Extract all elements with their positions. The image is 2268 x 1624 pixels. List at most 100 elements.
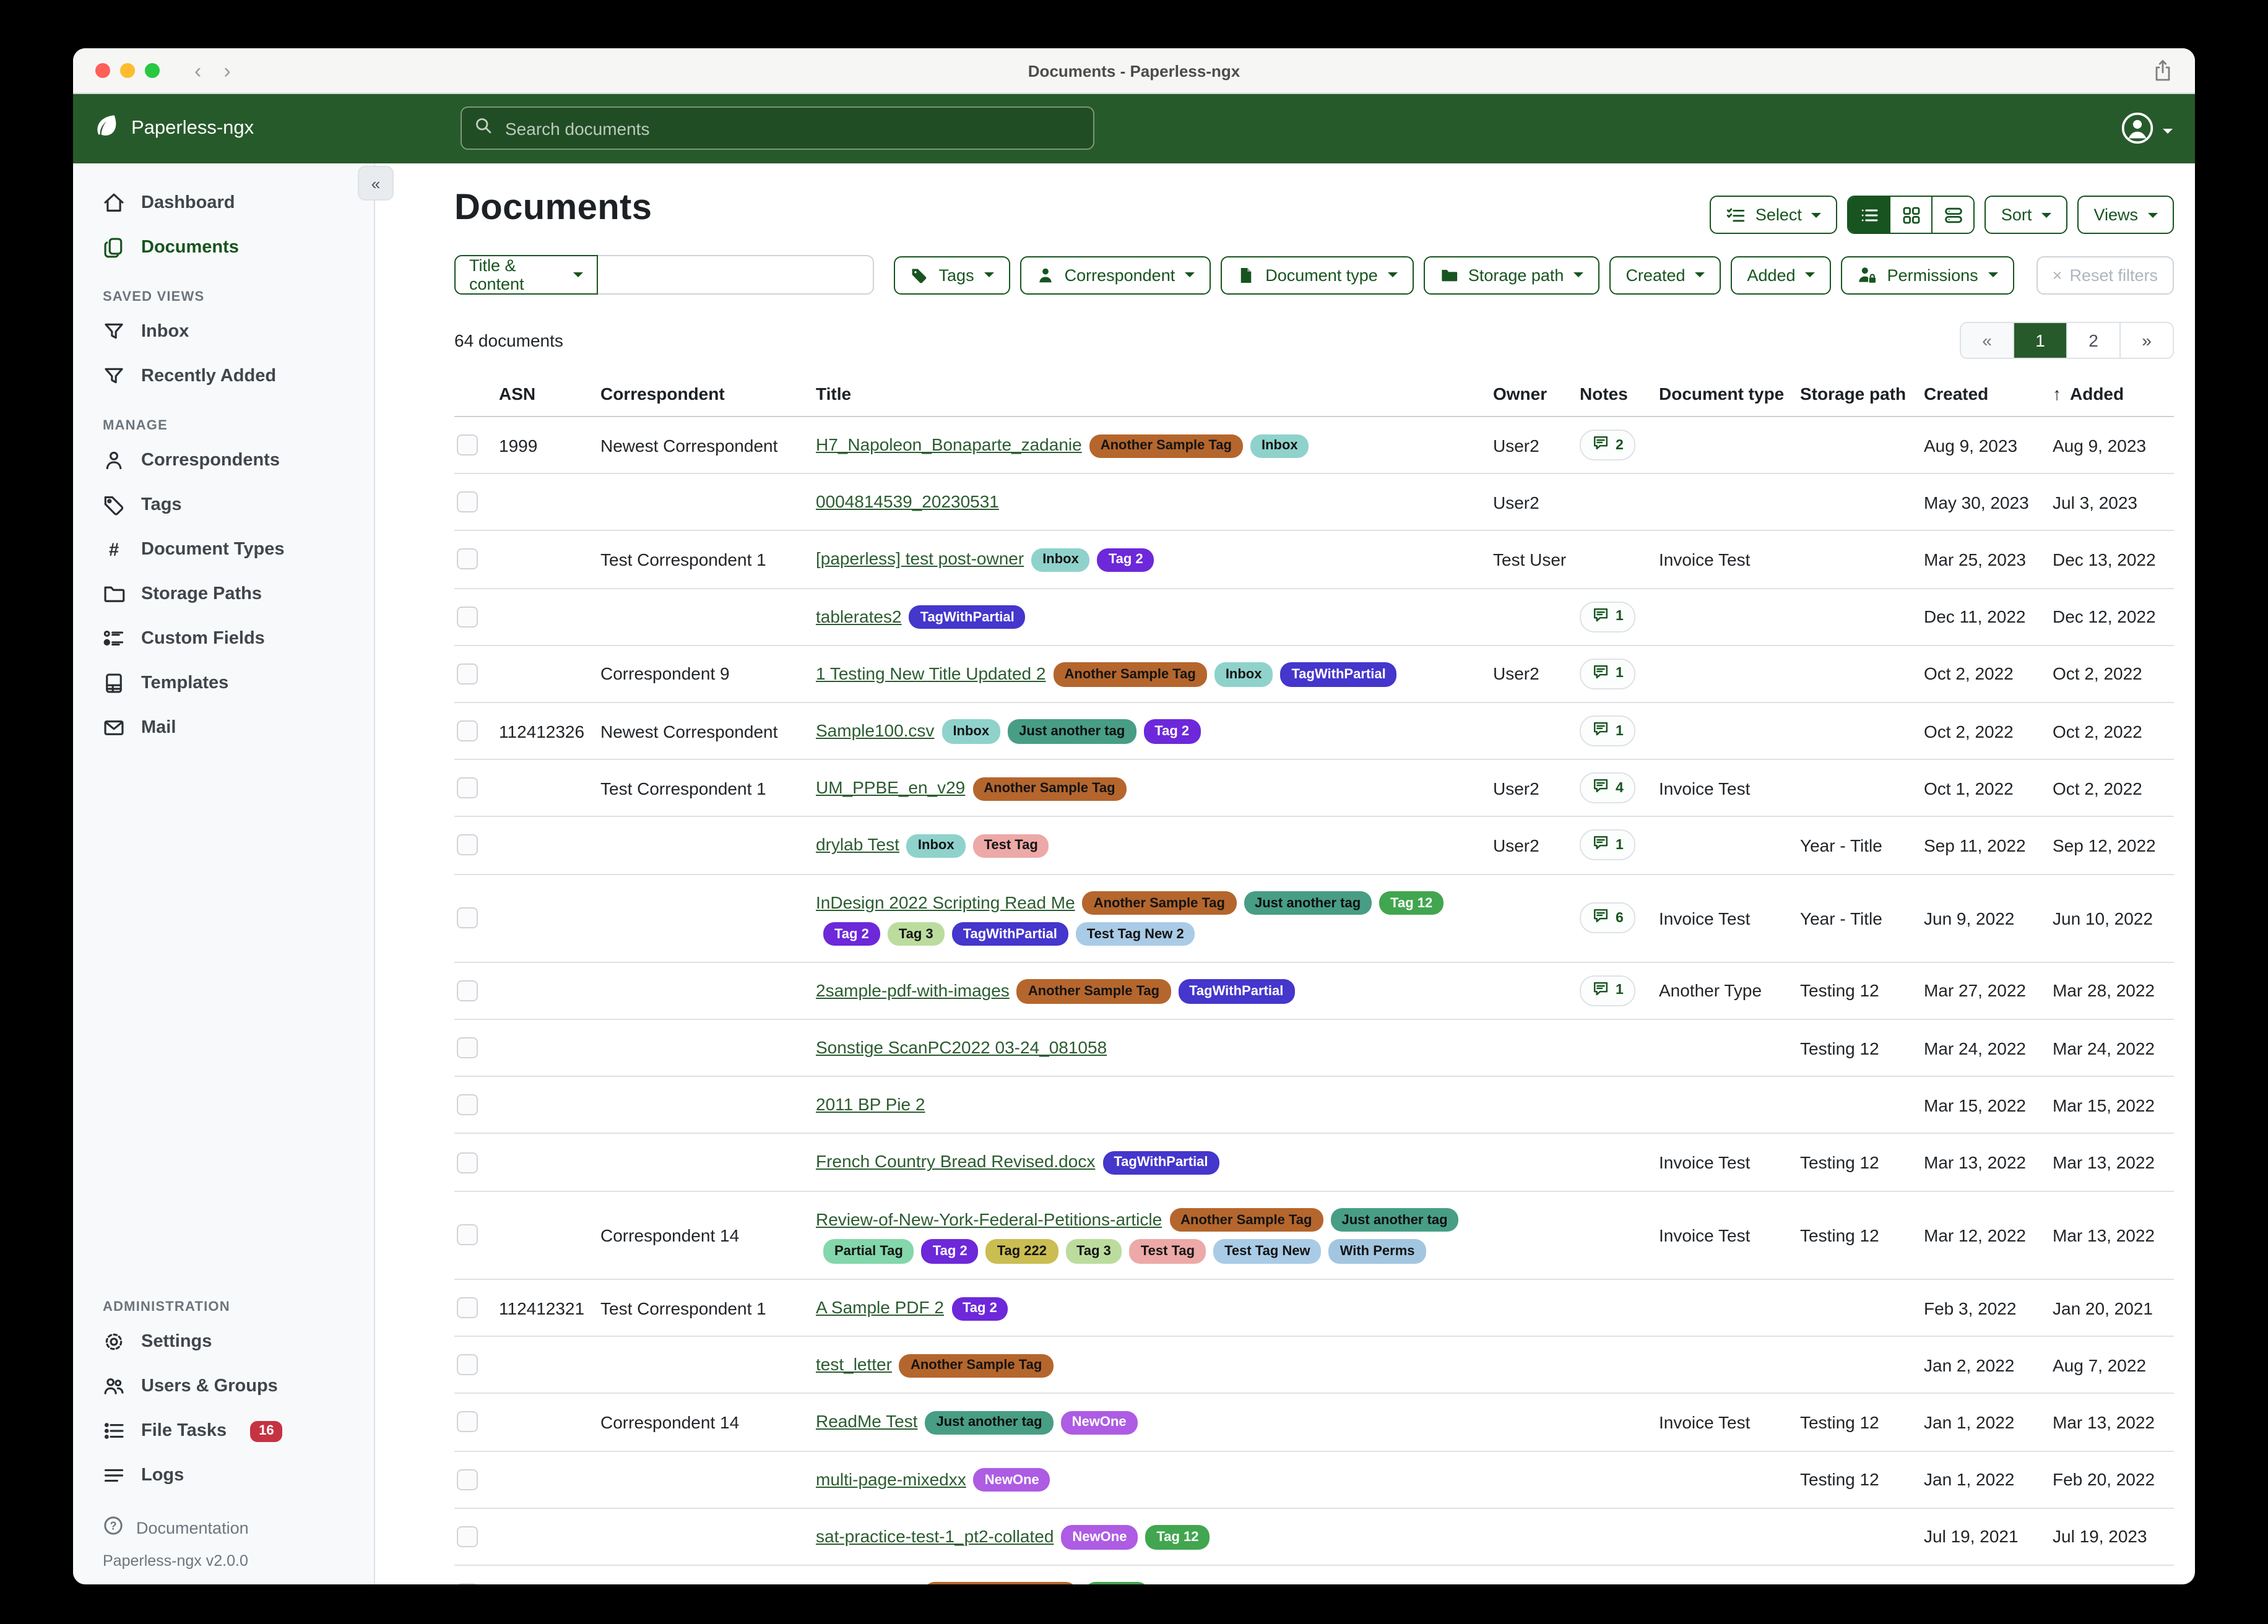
cell-storage[interactable]: Year - Title xyxy=(1798,874,1921,962)
views-button[interactable]: Views xyxy=(2077,196,2174,234)
notes-badge[interactable]: 1 xyxy=(1580,659,1636,689)
tag-chip[interactable]: TagWithPartial xyxy=(1102,1151,1219,1175)
tag-chip[interactable]: Tag 3 xyxy=(1065,1240,1122,1264)
sidebar-item-logs[interactable]: Logs xyxy=(73,1453,374,1498)
tag-chip[interactable]: With Perms xyxy=(1329,1240,1426,1264)
document-link[interactable]: multi-page-mixedxx xyxy=(816,1469,966,1488)
cell-storage[interactable] xyxy=(1798,473,1921,530)
cell-correspondent[interactable]: Test Correspondent 1 xyxy=(598,1565,813,1584)
cell-doctype[interactable]: Invoice Test xyxy=(1656,531,1798,588)
tag-chip[interactable]: TagWithPartial xyxy=(1178,980,1294,1004)
pagination-prev-button[interactable]: « xyxy=(1961,323,2013,358)
cell-doctype[interactable] xyxy=(1656,646,1798,702)
sidebar-item-tags[interactable]: Tags xyxy=(73,483,374,527)
cell-doctype[interactable] xyxy=(1656,1508,1798,1565)
cell-storage[interactable]: Testing 12 xyxy=(1798,1451,1921,1508)
storage-path-filter-button[interactable]: Storage path xyxy=(1424,256,1600,294)
title-content-dropdown[interactable]: Title & content xyxy=(454,255,597,295)
header-storage[interactable]: Storage path xyxy=(1798,374,1921,417)
document-link[interactable]: ReadMe Test xyxy=(816,1412,917,1432)
cell-doctype[interactable] xyxy=(1656,1336,1798,1393)
cell-correspondent[interactable] xyxy=(598,1451,813,1508)
cell-doctype[interactable] xyxy=(1656,1077,1798,1134)
cell-correspondent[interactable]: Test Correspondent 1 xyxy=(598,759,813,816)
tag-chip[interactable]: Tag 222 xyxy=(986,1240,1058,1264)
sidebar-item-storage-paths[interactable]: Storage Paths xyxy=(73,572,374,616)
header-correspondent[interactable]: Correspondent xyxy=(598,374,813,417)
tag-chip[interactable]: TagWithPartial xyxy=(952,922,1068,946)
cell-correspondent[interactable]: Test Correspondent 1 xyxy=(598,531,813,588)
cell-storage[interactable]: Year - Title xyxy=(1798,817,1921,874)
document-link[interactable]: 2sample-pdf-with-images xyxy=(816,980,1010,1000)
tag-chip[interactable]: Partial Tag xyxy=(823,1240,914,1264)
cell-correspondent[interactable] xyxy=(598,1019,813,1076)
tag-chip[interactable]: TagWithPartial xyxy=(909,605,1026,629)
document-link[interactable]: Review-of-New-York-Federal-Petitions-art… xyxy=(816,1209,1162,1229)
tag-chip[interactable]: Another Sample Tag xyxy=(1054,663,1207,687)
cell-storage[interactable]: Testing 12 xyxy=(1798,1134,1921,1191)
document-link[interactable]: InDesign 2022 Scripting Read Me xyxy=(816,892,1075,912)
row-checkbox[interactable] xyxy=(457,1469,478,1490)
notes-badge[interactable]: 4 xyxy=(1580,772,1636,803)
row-checkbox[interactable] xyxy=(457,907,478,928)
row-checkbox[interactable] xyxy=(457,1412,478,1433)
document-link[interactable]: [paperless] test post-owner xyxy=(816,549,1024,569)
tag-chip[interactable]: Tag 12 xyxy=(1145,1526,1210,1550)
cell-correspondent[interactable] xyxy=(598,473,813,530)
cell-storage[interactable] xyxy=(1798,1508,1921,1565)
cell-correspondent[interactable] xyxy=(598,1077,813,1134)
row-checkbox[interactable] xyxy=(457,434,478,456)
header-created[interactable]: Created xyxy=(1921,374,2050,417)
cell-doctype[interactable]: Invoice Test xyxy=(1656,874,1798,962)
notes-badge[interactable]: 6 xyxy=(1580,902,1636,933)
document-link[interactable]: Sonstige ScanPC2022 03-24_081058 xyxy=(816,1037,1107,1057)
tag-chip[interactable]: NewOne xyxy=(974,1468,1050,1492)
cell-storage[interactable] xyxy=(1798,1077,1921,1134)
select-button[interactable]: Select xyxy=(1710,196,1838,234)
cell-doctype[interactable] xyxy=(1656,473,1798,530)
notes-badge[interactable]: 1 xyxy=(1580,830,1636,861)
header-title[interactable]: Title xyxy=(813,374,1491,417)
tag-chip[interactable]: Another Sample Tag xyxy=(1169,1208,1323,1232)
cell-correspondent[interactable]: Correspondent 14 xyxy=(598,1191,813,1279)
tag-chip[interactable]: NewOne xyxy=(1061,1411,1138,1435)
cell-correspondent[interactable]: Correspondent 14 xyxy=(598,1394,813,1451)
row-checkbox[interactable] xyxy=(457,777,478,798)
cell-correspondent[interactable] xyxy=(598,1508,813,1565)
cell-storage[interactable]: Testing 12 xyxy=(1798,1394,1921,1451)
row-checkbox[interactable] xyxy=(457,835,478,856)
tag-chip[interactable]: Another Sample Tag xyxy=(1083,891,1236,915)
row-checkbox[interactable] xyxy=(457,1583,478,1584)
document-link[interactable]: Sample100.csv xyxy=(816,720,934,740)
document-link[interactable]: 2011 BP Pie 2 xyxy=(816,1095,925,1115)
tag-chip[interactable]: Test Tag New xyxy=(1213,1240,1322,1264)
row-checkbox[interactable] xyxy=(457,1152,478,1173)
cell-doctype[interactable] xyxy=(1656,817,1798,874)
grid-view-button[interactable] xyxy=(1890,197,1932,233)
tag-chip[interactable]: Inbox xyxy=(1214,663,1273,687)
document-link[interactable]: test_letter xyxy=(816,1354,892,1374)
document-link[interactable]: H7_Napoleon_Bonaparte_zadanie xyxy=(816,434,1082,454)
search-input[interactable] xyxy=(503,117,1081,139)
cell-correspondent[interactable] xyxy=(598,1134,813,1191)
document-link[interactable]: A Sample PDF 2 xyxy=(816,1297,944,1317)
sidebar-item-dashboard[interactable]: Dashboard xyxy=(73,181,374,225)
title-content-input[interactable] xyxy=(597,255,874,295)
tag-chip[interactable]: Inbox xyxy=(941,720,1000,744)
tag-chip[interactable]: Tag 2 xyxy=(1097,548,1154,572)
header-notes[interactable]: Notes xyxy=(1577,374,1656,417)
notes-badge[interactable]: 1 xyxy=(1580,715,1636,746)
cell-doctype[interactable]: Invoice Test xyxy=(1656,1191,1798,1279)
row-checkbox[interactable] xyxy=(457,492,478,513)
cell-storage[interactable] xyxy=(1798,646,1921,702)
share-icon[interactable] xyxy=(2153,59,2173,88)
tags-filter-button[interactable]: Tags xyxy=(894,256,1010,294)
cell-correspondent[interactable] xyxy=(598,1336,813,1393)
tag-chip[interactable]: Tag 2 xyxy=(951,1297,1008,1321)
row-checkbox[interactable] xyxy=(457,1225,478,1246)
sidebar-item-document-types[interactable]: #Document Types xyxy=(73,527,374,572)
document-link[interactable]: 1 Testing New Title Updated 2 xyxy=(816,663,1046,683)
tag-chip[interactable]: Test Tag xyxy=(1130,1240,1206,1264)
sidebar-item-file-tasks[interactable]: File Tasks16 xyxy=(73,1409,374,1453)
header-doctype[interactable]: Document type xyxy=(1656,374,1798,417)
